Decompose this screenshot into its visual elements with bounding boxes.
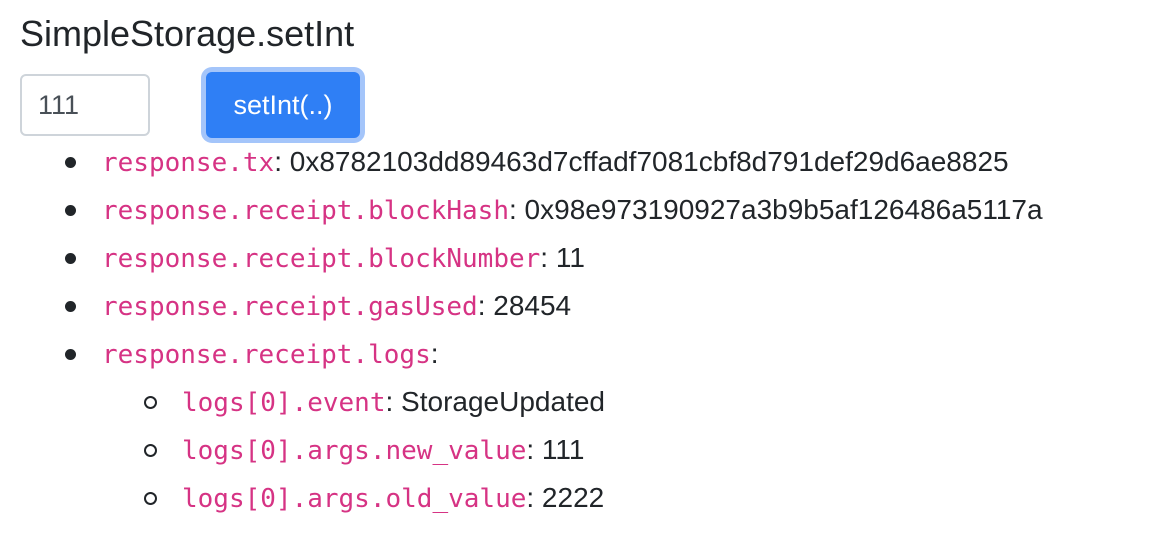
log-event-value: : StorageUpdated [385,386,606,417]
block-hash-key: response.receipt.blockHash [102,196,509,226]
page-title: SimpleStorage.setInt [20,13,355,54]
list-item-block-hash: response.receipt.blockHash: 0x98e9731909… [65,186,1160,234]
list-item-block-number: response.receipt.blockNumber: 11 [65,234,1160,282]
list-item-logs: response.receipt.logs: [65,330,1160,378]
list-item-log-event: logs[0].event: StorageUpdated [80,378,605,426]
block-hash-value: : 0x98e973190927a3b9b5af126486a5117a [509,194,1043,225]
log-old-value-key: logs[0].args.old_value [182,484,527,514]
block-number-key: response.receipt.blockNumber [102,244,541,274]
logs-value: : [430,338,439,369]
log-old-value-value: : 2222 [526,482,605,513]
value-input[interactable] [20,74,150,136]
gas-used-value: : 28454 [477,290,572,321]
response-list: response.tx: 0x8782103dd89463d7cffadf708… [0,138,1160,378]
logs-key: response.receipt.logs [102,340,431,370]
response-tx-value: : 0x8782103dd89463d7cffadf7081cbf8d791de… [274,146,1009,177]
list-item-log-old-value: logs[0].args.old_value: 2222 [80,474,605,522]
logs-list: logs[0].event: StorageUpdated logs[0].ar… [0,378,605,522]
set-int-button[interactable]: setInt(..) [206,72,360,138]
log-new-value-value: : 111 [526,434,585,465]
gas-used-key: response.receipt.gasUsed [102,292,478,322]
list-item-tx: response.tx: 0x8782103dd89463d7cffadf708… [65,138,1160,186]
response-tx-key: response.tx [102,148,275,178]
block-number-value: : 11 [540,242,585,273]
log-event-key: logs[0].event [182,388,386,418]
list-item-gas-used: response.receipt.gasUsed: 28454 [65,282,1160,330]
list-item-log-new-value: logs[0].args.new_value: 111 [80,426,605,474]
page: SimpleStorage.setInt setInt(..) response… [0,0,1160,544]
log-new-value-key: logs[0].args.new_value [182,436,527,466]
